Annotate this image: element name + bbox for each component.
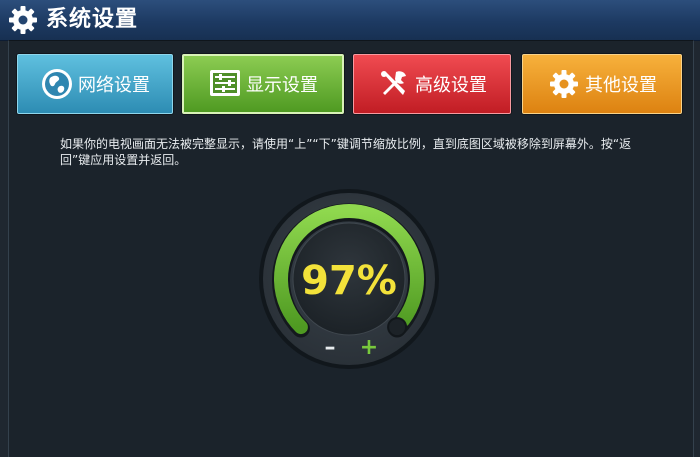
instructions-text: 如果你的电视画面无法被完整显示，请使用“上”“下”键调节缩放比例，直到底图区域被… [60,137,632,167]
dial-knob[interactable] [387,317,408,338]
tab-display-settings[interactable]: 显示设置 [182,54,344,114]
zoom-value: 97% [301,258,397,304]
tab-advanced-label: 高级设置 [415,75,487,96]
window-title: 系统设置 [46,7,139,32]
display-sliders-icon [210,70,240,96]
tab-other-settings[interactable]: 其他设置 [522,54,682,114]
globe-icon [42,69,72,99]
gear-icon [550,70,578,98]
gear-icon [9,6,37,34]
tab-display-label: 显示设置 [246,75,318,96]
decrease-button[interactable]: – [318,337,342,359]
zoom-dial[interactable]: 97% [256,187,442,377]
increase-button[interactable]: + [357,337,381,359]
tools-icon [381,71,406,95]
tab-network-label: 网络设置 [78,75,150,96]
tab-other-label: 其他设置 [585,75,657,96]
tab-advanced-settings[interactable]: 高级设置 [353,54,511,114]
title-bar: 系统设置 [0,0,700,41]
tab-network-settings[interactable]: 网络设置 [17,54,173,114]
